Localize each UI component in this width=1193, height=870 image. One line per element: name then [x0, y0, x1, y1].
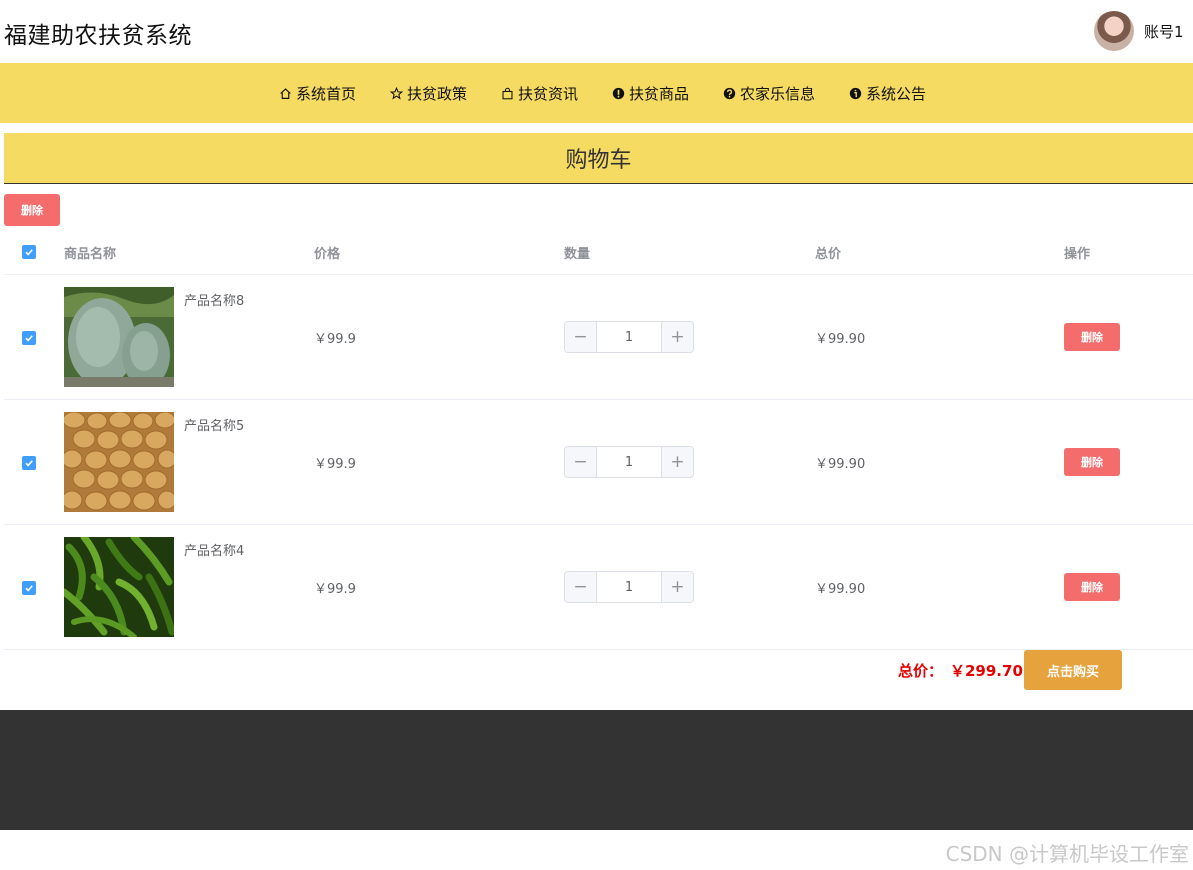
increase-quantity-button[interactable]: + — [661, 447, 693, 477]
main-nav: 系统首页 扶贫政策 扶贫资讯 扶贫商品 农家乐信息 系统公告 — [0, 63, 1193, 123]
nav-item-home[interactable]: 系统首页 — [279, 83, 356, 104]
exclamation-icon — [612, 87, 625, 100]
delete-selected-button[interactable]: 删除 — [4, 194, 60, 226]
table-row: 产品名称5 ￥99.9 − + ￥99.90 删除 — [4, 400, 1193, 525]
row-checkbox[interactable] — [22, 456, 36, 470]
nav-item-news[interactable]: 扶贫资讯 — [501, 83, 578, 104]
nav-item-label: 扶贫资讯 — [517, 84, 578, 103]
row-subtotal: ￥99.90 — [815, 582, 866, 597]
nav-item-label: 农家乐信息 — [740, 84, 816, 103]
cart-title: 购物车 — [4, 133, 1193, 184]
quantity-stepper: − + — [564, 446, 694, 478]
product-name[interactable]: 产品名称5 — [184, 415, 244, 434]
total-value: ￥299.70 — [950, 662, 1023, 680]
decrease-quantity-button[interactable]: − — [565, 447, 597, 477]
product-image-winter-melon[interactable] — [64, 287, 174, 387]
product-image-potatoes[interactable] — [64, 412, 174, 512]
top-bar: 福建助农扶贫系统 账号1 — [0, 0, 1193, 63]
star-icon — [389, 86, 403, 100]
nav-item-label: 系统公告 — [866, 84, 927, 103]
buy-button[interactable]: 点击购买 — [1024, 650, 1122, 690]
nav-item-label: 扶贫政策 — [406, 84, 467, 103]
increase-quantity-button[interactable]: + — [661, 572, 693, 602]
column-header-action: 操作 — [1064, 247, 1091, 262]
table-row: 产品名称8 ￥99.9 − + ￥99.90 删除 — [4, 275, 1193, 400]
column-header-quantity: 数量 — [564, 247, 591, 262]
quantity-input[interactable] — [597, 447, 661, 477]
row-subtotal: ￥99.90 — [815, 457, 866, 472]
nav-item-label: 系统首页 — [295, 84, 356, 103]
site-title: 福建助农扶贫系统 — [4, 23, 192, 49]
product-price: ￥99.9 — [314, 332, 356, 347]
cart-table: 商品名称 价格 数量 总价 操作 产品名称8 ￥99.9 − 1 + ￥99.9… — [4, 228, 1193, 650]
column-header-price: 价格 — [314, 247, 341, 262]
quantity-input[interactable] — [597, 572, 661, 602]
quantity-input[interactable] — [597, 322, 661, 352]
nav-item-farmstay[interactable]: 农家乐信息 — [723, 83, 815, 104]
quantity-stepper: − + — [564, 571, 694, 603]
row-checkbox[interactable] — [22, 331, 36, 345]
product-name[interactable]: 产品名称4 — [184, 540, 244, 559]
decrease-quantity-button[interactable]: − — [565, 572, 597, 602]
question-icon — [723, 87, 736, 100]
row-checkbox[interactable] — [22, 581, 36, 595]
table-header: 商品名称 价格 数量 总价 操作 — [4, 228, 1193, 275]
row-subtotal: ￥99.90 — [815, 332, 866, 347]
user-menu[interactable]: 账号1 — [1094, 11, 1193, 51]
info-icon — [849, 87, 862, 100]
avatar[interactable] — [1094, 11, 1134, 51]
nav-item-label: 扶贫商品 — [629, 84, 690, 103]
product-name[interactable]: 产品名称8 — [184, 290, 244, 309]
watermark: CSDN @计算机毕设工作室 — [945, 842, 1189, 866]
nav-item-products[interactable]: 扶贫商品 — [612, 83, 689, 104]
bag-icon — [501, 87, 514, 100]
column-header-subtotal: 总价 — [815, 247, 842, 262]
increase-quantity-button[interactable]: + — [661, 322, 693, 352]
user-name[interactable]: 账号1 — [1144, 21, 1193, 42]
table-row: 产品名称4 ￥99.9 − + ￥99.90 删除 — [4, 525, 1193, 650]
product-price: ￥99.9 — [314, 582, 356, 597]
quantity-stepper: − + — [564, 321, 694, 353]
decrease-quantity-button[interactable]: − — [565, 322, 597, 352]
delete-row-button[interactable]: 删除 — [1064, 448, 1120, 476]
delete-row-button[interactable]: 删除 — [1064, 573, 1120, 601]
check-icon — [25, 249, 33, 256]
total-label: 总价： — [898, 662, 944, 680]
product-image-green-peppers[interactable] — [64, 537, 174, 637]
check-icon — [25, 460, 33, 467]
column-header-name: 商品名称 — [64, 247, 117, 262]
nav-item-announcements[interactable]: 系统公告 — [849, 83, 926, 104]
product-price: ￥99.9 — [314, 457, 356, 472]
check-icon — [25, 585, 33, 592]
home-icon — [279, 87, 292, 100]
select-all-checkbox[interactable] — [22, 245, 36, 259]
nav-item-policy[interactable]: 扶贫政策 — [389, 83, 467, 104]
delete-row-button[interactable]: 删除 — [1064, 323, 1120, 351]
footer — [0, 710, 1193, 830]
check-icon — [25, 335, 33, 342]
